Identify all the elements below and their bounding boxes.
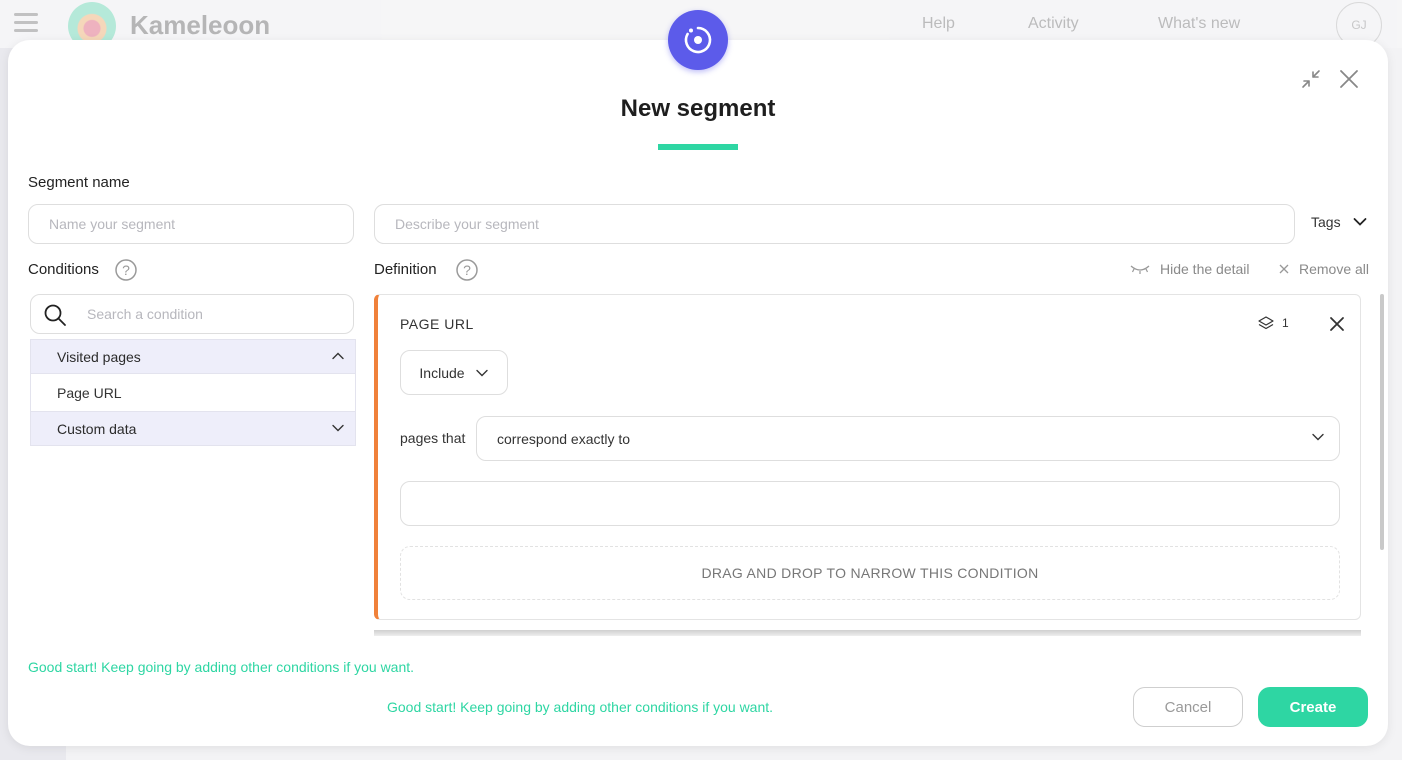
remove-all-label: Remove all (1299, 261, 1370, 277)
condition-layer-count[interactable]: 1 (1258, 316, 1289, 330)
segment-description-input[interactable] (374, 204, 1295, 244)
new-segment-modal: New segment Segment name Tags Conditions… (8, 40, 1388, 746)
condition-group-label: Visited pages (57, 348, 141, 365)
definition-label: Definition (374, 261, 437, 278)
chevron-down-icon (475, 369, 488, 376)
match-type-select[interactable]: correspond exactly to (476, 416, 1340, 461)
definition-help-icon[interactable]: ? (456, 259, 478, 281)
condition-search (30, 294, 354, 334)
svg-text:?: ? (463, 262, 471, 278)
match-type-value: correspond exactly to (497, 430, 631, 447)
cancel-button[interactable]: Cancel (1133, 687, 1243, 727)
hide-detail-label: Hide the detail (1160, 261, 1250, 277)
search-icon (44, 304, 66, 326)
condition-group-visited-pages[interactable]: Visited pages (30, 339, 356, 374)
condition-card-title: PAGE URL (400, 316, 474, 332)
minimize-icon[interactable] (1300, 68, 1322, 90)
remove-condition-icon[interactable] (1328, 315, 1346, 333)
brand-name: Kameleoon (130, 10, 271, 40)
nav-help[interactable]: Help (922, 15, 955, 33)
menu-icon[interactable] (14, 13, 38, 33)
close-icon[interactable] (1338, 68, 1360, 90)
chevron-down-icon (332, 424, 344, 432)
layer-count-value: 1 (1282, 316, 1289, 330)
condition-group-custom-data[interactable]: Custom data (30, 411, 356, 446)
card-stack-edge (374, 630, 1361, 636)
chevron-down-icon (1312, 433, 1324, 441)
create-button[interactable]: Create (1258, 687, 1368, 727)
condition-search-input[interactable] (87, 295, 347, 333)
conditions-help-icon[interactable]: ? (115, 259, 137, 281)
definition-hint: Good start! Keep going by adding other c… (387, 699, 774, 715)
modal-title: New segment (620, 95, 776, 122)
condition-card-page-url: PAGE URL 1 Include pages that correspond… (374, 294, 1361, 620)
remove-all-button[interactable]: Remove all (1279, 261, 1369, 277)
condition-group-label: Custom data (57, 420, 137, 437)
chevron-down-icon (1353, 218, 1366, 226)
segment-badge-icon (668, 10, 728, 70)
definition-scrollbar[interactable] (1380, 294, 1384, 550)
nav-activity[interactable]: Activity (1028, 15, 1079, 33)
eye-closed-icon (1130, 265, 1150, 274)
condition-item-label: Page URL (57, 384, 122, 401)
page-url-input[interactable] (400, 481, 1340, 526)
conditions-hint: Good start! Keep going by adding other c… (28, 659, 415, 675)
segment-name-input[interactable] (28, 204, 354, 244)
include-label: Include (419, 364, 465, 381)
tags-label: Tags (1311, 214, 1341, 230)
hide-detail-button[interactable]: Hide the detail (1130, 261, 1250, 277)
nav-whats-new[interactable]: What's new (1158, 15, 1240, 33)
chevron-up-icon (332, 352, 344, 360)
svg-text:?: ? (122, 262, 130, 278)
conditions-label: Conditions (28, 261, 99, 278)
close-icon (1279, 264, 1289, 274)
include-dropdown[interactable]: Include (400, 350, 508, 395)
title-underline (658, 144, 738, 150)
pages-that-label: pages that (400, 430, 466, 446)
condition-item-page-url[interactable]: Page URL (30, 374, 356, 411)
condition-list: Visited pages Page URL Custom data (30, 339, 356, 446)
layers-icon (1258, 316, 1274, 330)
tags-dropdown[interactable]: Tags (1311, 214, 1367, 230)
narrow-condition-dropzone[interactable]: DRAG AND DROP TO NARROW THIS CONDITION (400, 546, 1340, 600)
segment-name-label: Segment name (28, 174, 130, 191)
